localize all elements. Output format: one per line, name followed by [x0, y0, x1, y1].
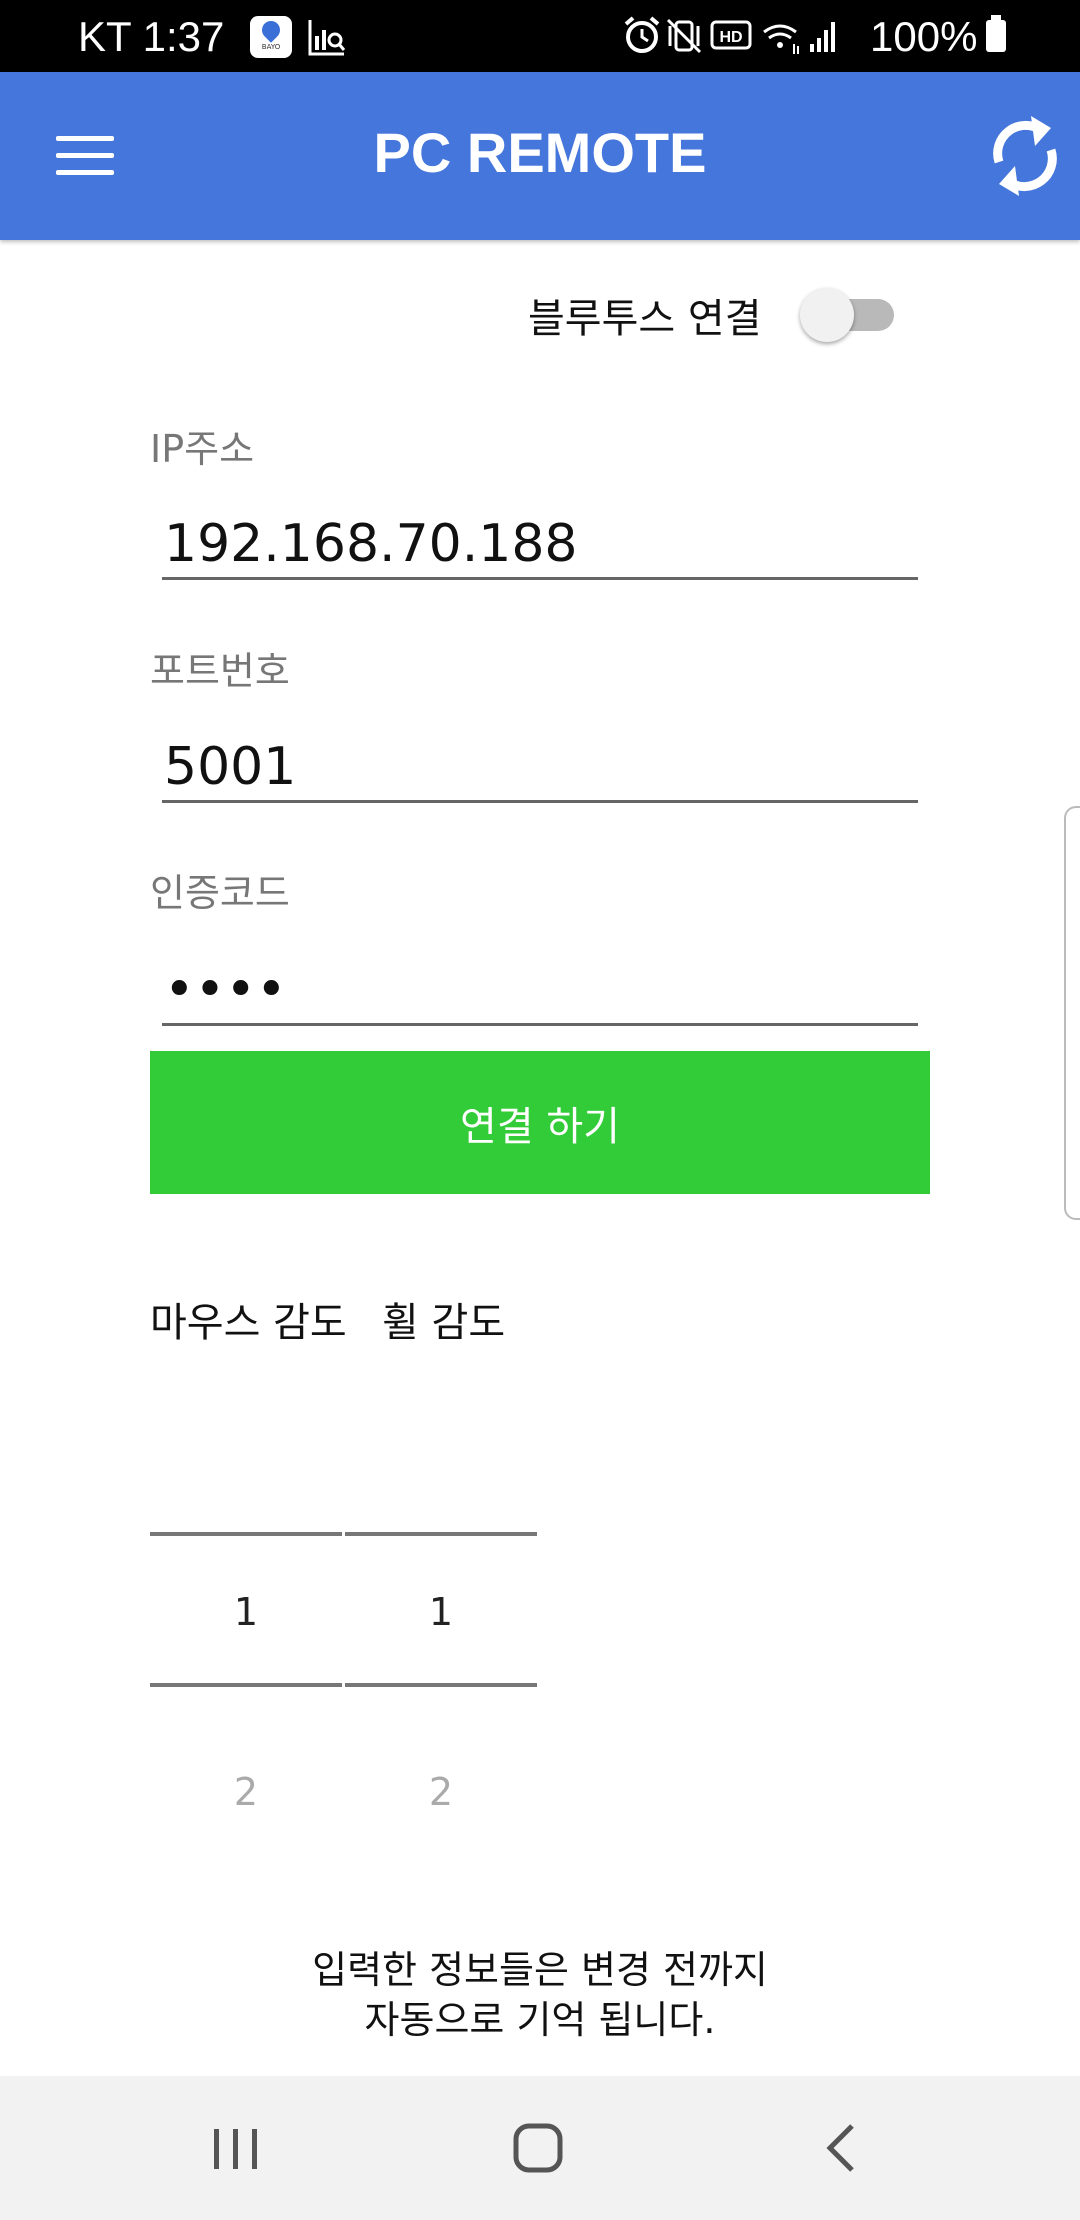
- ip-label: IP주소: [150, 427, 255, 471]
- recent-apps-icon[interactable]: [175, 2076, 295, 2220]
- refresh-icon[interactable]: [985, 106, 1065, 206]
- port-label: 포트번호: [150, 649, 290, 693]
- bluetooth-toggle[interactable]: [798, 286, 898, 342]
- mouse-sensitivity-picker[interactable]: 1 2: [150, 1520, 342, 1820]
- svg-text:HD: HD: [719, 29, 742, 46]
- mouse-sensitivity-label: 마우스 감도: [150, 1300, 347, 1346]
- auth-code-label: 인증코드: [150, 871, 290, 915]
- wifi-icon: [763, 24, 799, 54]
- wheel-sensitivity-selected: 1: [428, 1590, 454, 1634]
- alarm-icon: [624, 16, 660, 53]
- ip-input[interactable]: [162, 510, 918, 580]
- info-note-line-2: 자동으로 기억 됩니다.: [364, 1998, 716, 2042]
- wheel-sensitivity-next: 2: [428, 1770, 454, 1814]
- chart-search-icon: [308, 20, 346, 56]
- back-icon[interactable]: [780, 2076, 900, 2220]
- app-bar: PC REMOTE: [0, 72, 1080, 240]
- carrier-time: KT 1:37: [78, 13, 225, 60]
- battery-icon: [986, 15, 1006, 52]
- mouse-sensitivity-selected: 1: [233, 1590, 259, 1634]
- home-icon[interactable]: [478, 2076, 598, 2220]
- signal-icon: [810, 22, 835, 52]
- auth-code-input[interactable]: [162, 956, 918, 1026]
- app-icon-label: BAYO: [261, 43, 281, 51]
- status-bar: KT 1:37 BAYO HD 100%: [0, 0, 1080, 72]
- status-icons: HD: [624, 16, 835, 54]
- wheel-sensitivity-picker[interactable]: 1 2: [345, 1520, 537, 1820]
- connect-button[interactable]: 연결 하기: [150, 1051, 930, 1194]
- port-input[interactable]: [162, 733, 918, 803]
- mouse-sensitivity-next: 2: [233, 1770, 259, 1814]
- bluetooth-label: 블루투스 연결: [528, 296, 762, 342]
- info-note: 입력한 정보들은 변경 전까지 자동으로 기억 됩니다.: [0, 1945, 1080, 2045]
- wheel-sensitivity-label: 휠 감도: [382, 1300, 506, 1346]
- app-map-pin-icon: BAYO: [250, 16, 292, 58]
- app-title: PC REMOTE: [373, 121, 707, 184]
- hd-voice-icon: HD: [710, 20, 752, 50]
- info-note-line-1: 입력한 정보들은 변경 전까지: [312, 1948, 768, 1992]
- edge-panel-handle[interactable]: [1064, 806, 1080, 1220]
- battery-percent: 100%: [870, 13, 978, 60]
- vibrate-mute-icon: [666, 18, 702, 54]
- navigation-bar: [0, 2076, 1080, 2220]
